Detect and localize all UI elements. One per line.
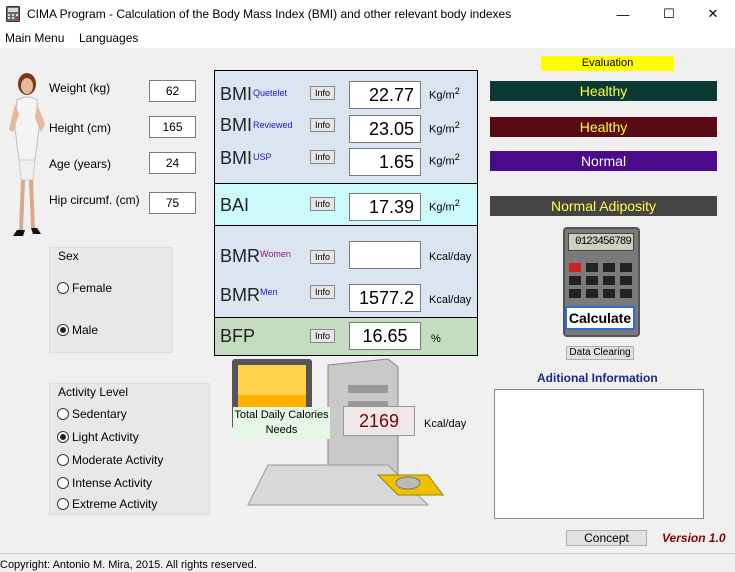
activity-label: Sedentary [72,407,127,421]
bmi-evaluation-1: Healthy [490,81,717,101]
bai-label: BAI [220,195,250,215]
weight-input[interactable]: 62 [149,80,196,102]
data-clearing-button[interactable]: Data Clearing [566,346,634,360]
weight-label: Weight (kg) [49,81,111,95]
activity-option-extreme[interactable]: Extreme Activity [57,497,157,511]
additional-info-textarea[interactable] [494,389,704,519]
bai-evaluation: Normal Adiposity [490,196,717,216]
usp-info-button[interactable]: Info [310,150,335,164]
bmr-label: BMR [220,246,260,266]
radio-circle-icon [57,454,69,466]
activity-label: Moderate Activity [72,453,164,467]
hip-label: Hip circumf. (cm) [49,193,140,207]
bai-value: 17.39 [349,193,421,221]
calories-unit: Kcal/day [424,418,467,430]
version-label: Version 1.0 [662,531,726,545]
activity-option-moderate[interactable]: Moderate Activity [57,453,163,467]
radio-circle-icon [57,498,69,510]
female-label: Female [72,281,113,295]
bmi-label: BMI [220,84,253,104]
kgm2-unit: Kg/m2 [429,120,460,136]
bmr-men-info-button[interactable]: Info [310,285,335,299]
kgm2-unit: Kg/m2 [429,86,460,102]
activity-label: Intense Activity [72,476,153,490]
activity-group [49,383,210,515]
bai-info-button[interactable]: Info [310,197,335,211]
calories-label: Total Daily Calories Needs [233,407,330,439]
maximize-icon: ☐ [663,6,675,21]
kgm2-unit: Kg/m2 [429,198,460,214]
bmi-label: BMI [220,115,253,135]
sex-title: Sex [58,249,79,263]
evaluation-title: Evaluation [541,56,674,71]
activity-label: Extreme Activity [72,497,158,511]
woman-figure-image [9,73,45,236]
radio-selected-icon [57,324,69,336]
usp-label: USP [253,152,272,162]
sex-male-radio[interactable]: Male [57,323,98,337]
menu-languages[interactable]: Languages [79,31,138,45]
close-icon: ✕ [707,6,719,21]
window-title: CIMA Program - Calculation of the Body M… [27,7,512,21]
calories-value: 2169 [343,406,415,436]
age-input[interactable]: 24 [149,152,196,174]
women-label: Women [260,249,291,259]
radio-circle-icon [57,282,69,294]
calculator-app-icon [6,6,20,22]
copyright-text: Copyright: Antonio M. Mira, 2015. All ri… [0,559,257,571]
radio-circle-icon [57,408,69,420]
menu-main[interactable]: Main Menu [5,31,64,45]
bmr-women-value [349,241,421,269]
bmr-men-value: 1577.2 [349,284,421,312]
activity-label: Light Activity [72,430,139,444]
bfp-value: 16.65 [349,322,421,350]
height-label: Height (cm) [49,121,112,135]
minimize-icon: — [616,6,630,22]
maximize-button[interactable]: ☐ [646,0,692,28]
bmi-label: BMI [220,148,253,168]
status-divider [0,553,735,554]
reviewed-value: 23.05 [349,115,421,143]
quetelet-label: Quetelet [253,88,288,98]
radio-circle-icon [57,477,69,489]
reviewed-info-button[interactable]: Info [310,118,335,132]
kcal-unit: Kcal/day [429,294,472,306]
activity-title: Activity Level [58,385,129,399]
male-label: Male [72,323,99,337]
age-label: Age (years) [49,157,112,171]
activity-option-sedentary[interactable]: Sedentary [57,407,127,421]
calculator-keys-icon [569,263,632,298]
men-label: Men [260,287,278,297]
bmi-evaluation-2: Healthy [490,117,717,137]
sex-female-radio[interactable]: Female [57,281,112,295]
height-input[interactable]: 165 [149,116,196,138]
quetelet-value: 22.77 [349,81,421,109]
usp-value: 1.65 [349,148,421,176]
calculate-button[interactable]: Calculate [565,306,635,330]
bmr-women-info-button[interactable]: Info [310,250,335,264]
minimize-button[interactable]: — [600,0,646,28]
bmi-evaluation-3: Normal [490,151,717,171]
radio-selected-icon [57,431,69,443]
kcal-unit: Kcal/day [429,251,472,263]
activity-option-intense[interactable]: Intense Activity [57,476,152,490]
kgm2-unit: Kg/m2 [429,152,460,168]
bfp-info-button[interactable]: Info [310,329,335,343]
reviewed-label: Reviewed [253,120,293,130]
activity-option-light[interactable]: Light Activity [57,430,139,444]
hip-input[interactable]: 75 [149,192,196,214]
close-button[interactable]: ✕ [690,0,735,28]
bfp-label: BFP [220,326,256,346]
calculator-display: 0123456789 [568,233,634,251]
bmr-label: BMR [220,285,260,305]
concept-button[interactable]: Concept [566,530,647,546]
additional-info-title: Aditional Information [537,371,658,385]
quetelet-info-button[interactable]: Info [310,86,335,100]
percent-unit: % [431,333,441,345]
